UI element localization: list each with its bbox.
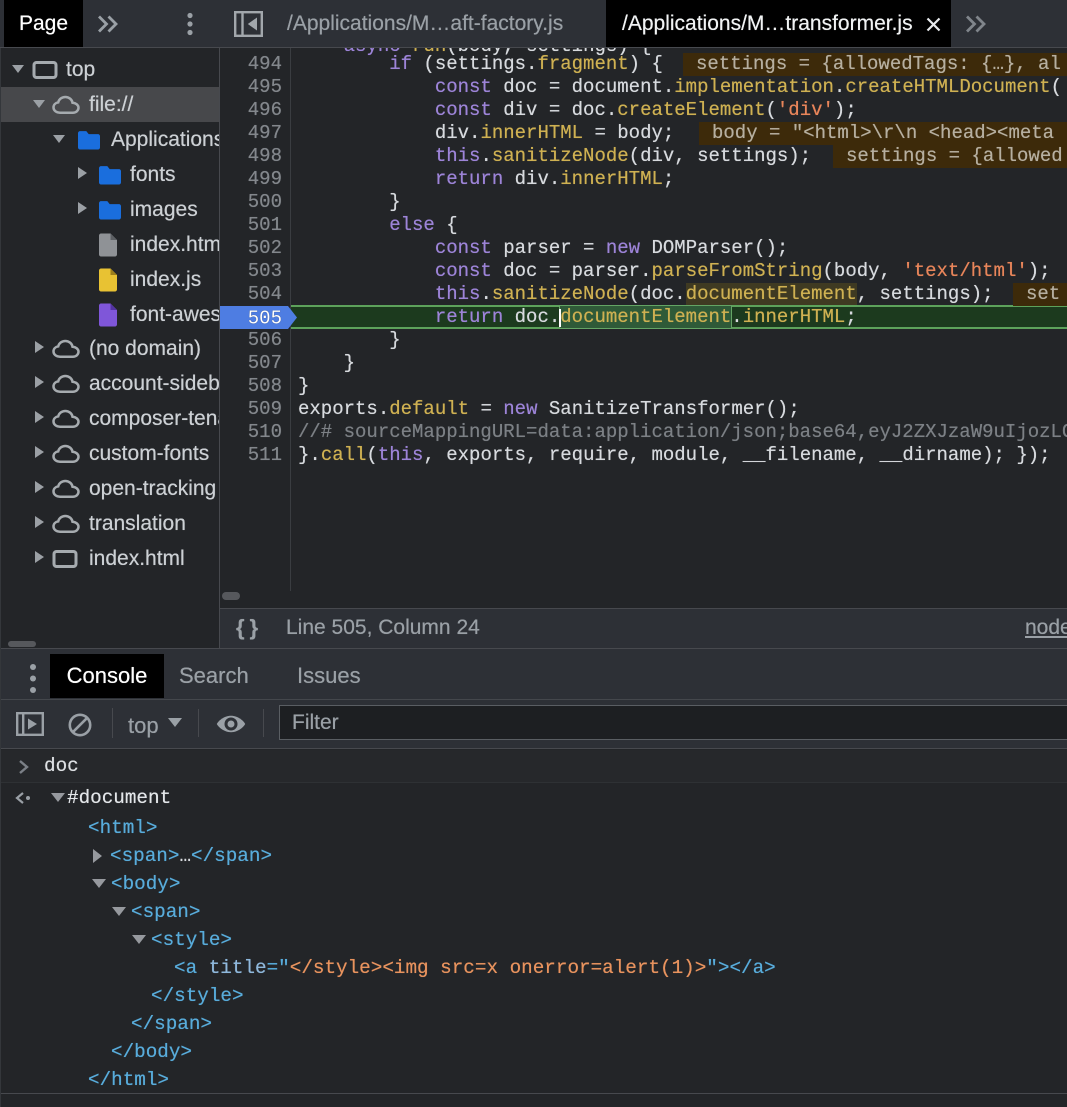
svg-text:505: 505: [248, 308, 282, 330]
